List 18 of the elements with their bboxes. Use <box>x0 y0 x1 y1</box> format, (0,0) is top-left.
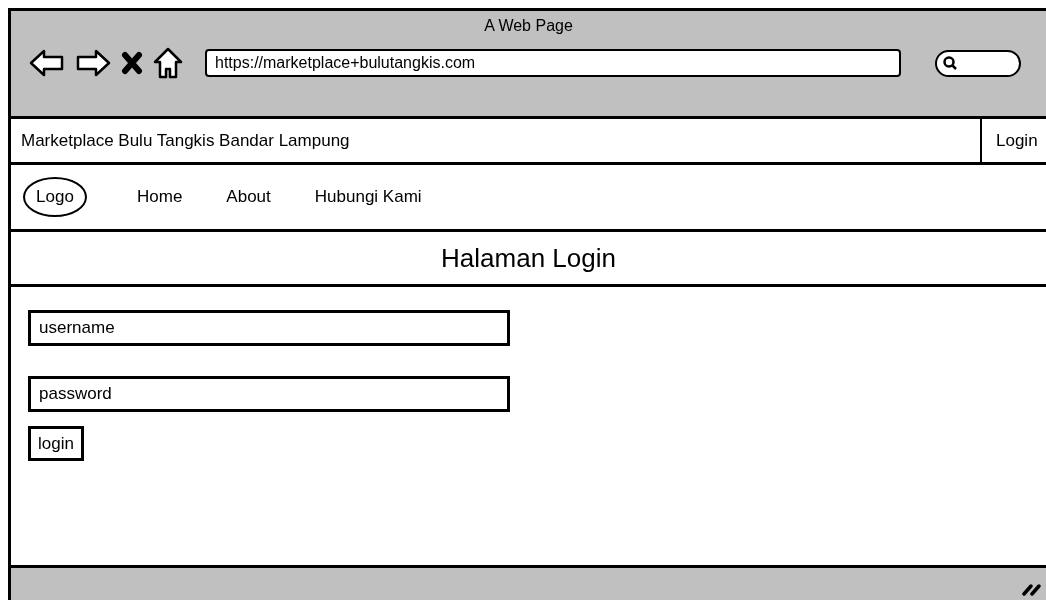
close-icon[interactable] <box>121 51 143 75</box>
login-link[interactable]: Login <box>980 119 1046 162</box>
address-bar[interactable]: https://marketplace+bulutangkis.com <box>205 49 901 77</box>
search-icon <box>943 56 957 70</box>
input-field[interactable]: username <box>28 310 510 346</box>
logo: Logo <box>23 177 87 217</box>
input-field[interactable]: password <box>28 376 510 412</box>
login-button[interactable]: login <box>28 426 84 461</box>
back-arrow-icon[interactable] <box>29 48 65 78</box>
forward-arrow-icon[interactable] <box>75 48 111 78</box>
nav-link[interactable]: Home <box>137 187 183 207</box>
search-field[interactable] <box>935 49 1021 77</box>
site-name: Marketplace Bulu Tangkis Bandar Lampung <box>20 130 351 151</box>
page-title: Halaman Login <box>441 242 616 274</box>
nav-link[interactable]: Hubungi Kami <box>314 187 422 207</box>
nav-link[interactable]: About <box>226 187 271 207</box>
home-icon[interactable] <box>153 47 183 79</box>
window-title: A Web Page <box>483 16 574 36</box>
